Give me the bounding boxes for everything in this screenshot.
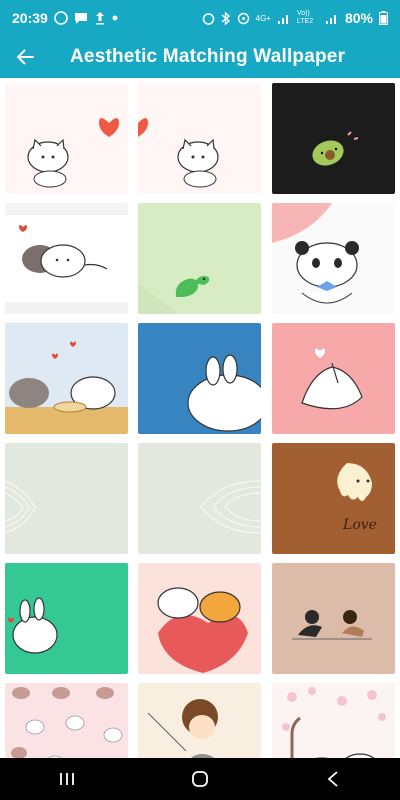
signal-icon-2 (325, 14, 336, 24)
signal-icon (277, 14, 288, 24)
upload-icon (95, 12, 104, 25)
bluetooth-icon (221, 11, 230, 25)
wallpaper-thumb[interactable] (272, 683, 395, 758)
wallpaper-thumb[interactable] (5, 443, 128, 554)
dot-icon (112, 15, 118, 21)
status-bar: 20:39 4G+ Vo)) LTE2 80% (0, 0, 400, 36)
back-button[interactable] (0, 36, 52, 78)
wallpaper-thumb[interactable] (138, 563, 261, 674)
wallpaper-thumb[interactable] (138, 83, 261, 194)
page-title: Aesthetic Matching Wallpaper (70, 46, 346, 67)
wallpaper-thumb[interactable] (272, 83, 395, 194)
wallpaper-thumb[interactable] (272, 563, 395, 674)
alarm-icon (202, 12, 214, 25)
wallpaper-grid: Love (0, 78, 400, 758)
home-button[interactable] (170, 758, 230, 800)
app-bar: Aesthetic Matching Wallpaper (0, 36, 400, 78)
volte-label: Vo)) LTE2 (296, 10, 314, 25)
home-icon (192, 771, 208, 787)
battery-icon (379, 11, 388, 25)
wallpaper-thumb[interactable] (138, 203, 261, 314)
nav-back-icon (327, 771, 338, 787)
recents-icon (59, 773, 74, 785)
battery-percent: 80% (344, 10, 373, 26)
wallpaper-thumb[interactable] (5, 83, 128, 194)
wallpaper-thumb[interactable] (138, 683, 261, 758)
hotspot-icon (237, 12, 249, 24)
wallpaper-thumb[interactable] (272, 203, 395, 314)
wallpaper-thumb[interactable] (138, 443, 261, 554)
wallpaper-thumb[interactable] (5, 323, 128, 434)
nav-back-button[interactable] (303, 758, 363, 800)
recents-button[interactable] (37, 758, 97, 800)
wallpaper-thumb[interactable] (5, 683, 128, 758)
network-type: 4G+ (255, 13, 271, 23)
message-icon (74, 13, 87, 24)
whatsapp-icon (54, 11, 68, 25)
wallpaper-thumb[interactable] (272, 323, 395, 434)
wallpaper-thumb[interactable] (5, 563, 128, 674)
status-time: 20:39 (12, 10, 48, 26)
arrow-left-icon (17, 49, 34, 65)
wallpaper-thumb[interactable] (5, 203, 128, 314)
wallpaper-thumb[interactable]: Love (272, 443, 395, 554)
system-nav-bar (0, 758, 400, 800)
love-text: Love (342, 517, 377, 533)
wallpaper-thumb[interactable] (138, 323, 261, 434)
